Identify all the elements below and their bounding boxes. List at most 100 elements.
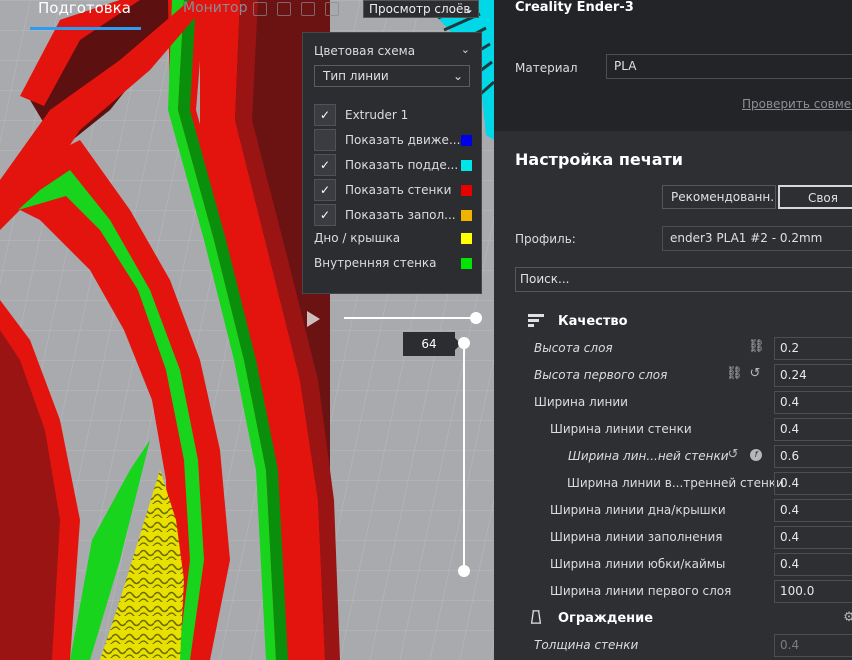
function-icon[interactable]: f — [750, 449, 762, 461]
inner-wall-color-swatch — [461, 258, 472, 269]
setting-wall-line-width: Ширина линии стенки 0.4 — [494, 418, 852, 442]
play-simulation-icon[interactable] — [307, 311, 320, 327]
legend-inner-wall: Внутренняя стенка — [314, 252, 474, 274]
path-slider-handle[interactable] — [470, 312, 482, 324]
link-icon[interactable]: ⛓ — [748, 340, 765, 354]
setting-name: Ширина линии — [534, 395, 628, 409]
collapse-chevron-icon[interactable]: ⌄ — [461, 43, 470, 56]
option-label: Показать движе... — [345, 133, 461, 147]
setting-name: Ширина линии в...тренней стенки — [567, 476, 784, 490]
current-layer-badge[interactable]: 64 — [403, 332, 461, 356]
setting-value-input[interactable]: 0.4 — [774, 634, 852, 657]
setting-value-input[interactable]: 0.6 — [774, 445, 852, 468]
setting-name: Ширина линии заполнения — [550, 530, 723, 544]
travel-color-swatch — [461, 135, 472, 146]
setting-name: Ширина линии стенки — [550, 422, 692, 436]
custom-mode-button[interactable]: Своя — [778, 185, 852, 209]
layer-slider-track[interactable] — [463, 342, 465, 571]
setting-layer-height: Высота слоя ⛓ 0.2 — [494, 337, 852, 361]
material-selector[interactable]: PLA — [606, 54, 852, 79]
setting-name: Ширина лин...ней стенки — [568, 449, 729, 463]
check-compatibility-link[interactable]: Проверить совместимость — [742, 97, 852, 111]
setting-inner-wall-line-width: Ширина линии в...тренней стенки 0.4 — [494, 472, 852, 496]
print-settings-sidebar: Creality Ender-3 Материал PLA Проверить … — [494, 0, 852, 660]
active-tab-indicator — [30, 27, 141, 30]
view-orientation-buttons — [253, 2, 339, 16]
setting-value-input[interactable]: 0.4 — [774, 472, 852, 495]
top-bottom-color-swatch — [461, 233, 472, 244]
option-show-walls[interactable]: ✓ Показать стенки — [314, 179, 474, 201]
checkbox-show-walls[interactable]: ✓ — [314, 179, 336, 201]
setting-value-input[interactable]: 0.4 — [774, 553, 852, 576]
layer-slider-bottom-handle[interactable] — [458, 565, 470, 577]
setting-name: Толщина стенки — [534, 638, 639, 652]
option-extruder-1[interactable]: ✓ Extruder 1 — [314, 104, 474, 126]
option-label: Показать запол... — [345, 208, 456, 222]
setting-value-input[interactable]: 0.4 — [774, 499, 852, 522]
checkbox-show-travels[interactable] — [314, 129, 336, 151]
setting-name: Высота слоя — [534, 341, 613, 355]
setting-value-input[interactable]: 0.4 — [774, 526, 852, 549]
printer-name[interactable]: Creality Ender-3 — [515, 0, 634, 15]
legend-label: Внутренняя стенка — [314, 256, 437, 270]
option-show-support[interactable]: ✓ Показать подде... — [314, 154, 474, 176]
profile-selector[interactable]: ender3 PLA1 #2 - 0.2mm — [662, 226, 852, 251]
color-scheme-dropdown[interactable]: Тип линии ⌄ — [314, 65, 470, 87]
setting-value-input[interactable]: 100.0 — [774, 580, 852, 603]
option-label: Показать стенки — [345, 183, 452, 197]
path-slider-track[interactable] — [344, 317, 476, 319]
quality-icon — [528, 314, 544, 327]
setting-wall-thickness: Толщина стенки 0.4 — [494, 634, 852, 658]
checkbox-extruder-1[interactable]: ✓ — [314, 104, 336, 126]
tab-monitor[interactable]: Монитор — [183, 0, 248, 30]
setting-value-input[interactable]: 0.2 — [774, 337, 852, 360]
option-show-infill[interactable]: ✓ Показать запол... — [314, 204, 474, 226]
setting-line-width: Ширина линии 0.4 — [494, 391, 852, 415]
checkbox-show-support[interactable]: ✓ — [314, 154, 336, 176]
setting-value-input[interactable]: 0.24 — [774, 364, 852, 387]
setting-name: Ширина линии первого слоя — [550, 584, 732, 598]
setting-top-bottom-line-width: Ширина линии дна/крышки 0.4 — [494, 499, 852, 523]
option-show-travels[interactable]: Показать движе... — [314, 129, 474, 151]
reset-icon[interactable]: ↺ — [748, 367, 762, 381]
option-label: Показать подде... — [345, 158, 459, 172]
gear-icon[interactable]: ⚙ — [842, 611, 852, 625]
reset-icon[interactable]: ↺ — [726, 448, 740, 462]
legend-label: Дно / крышка — [314, 231, 401, 245]
setting-infill-line-width: Ширина линии заполнения 0.4 — [494, 526, 852, 550]
checkbox-show-infill[interactable]: ✓ — [314, 204, 336, 226]
material-label: Материал — [515, 61, 578, 75]
view-left-icon[interactable] — [325, 2, 339, 16]
option-label: Extruder 1 — [345, 108, 409, 122]
link-icon[interactable]: ⛓ — [726, 367, 743, 381]
chevron-down-icon: ⌄ — [452, 69, 463, 83]
chevron-down-icon: ⌄ — [463, 2, 474, 16]
printer-material-header: Creality Ender-3 Материал PLA Проверить … — [494, 0, 852, 131]
setting-name: Высота первого слоя — [534, 368, 668, 382]
setting-value-input[interactable]: 0.4 — [774, 391, 852, 414]
setting-value-input[interactable]: 0.4 — [774, 418, 852, 441]
infill-color-swatch — [461, 210, 472, 221]
view-top-icon[interactable] — [301, 2, 315, 16]
view-front-icon[interactable] — [277, 2, 291, 16]
support-color-swatch — [461, 160, 472, 171]
tab-prepare[interactable]: Подготовка — [38, 0, 131, 30]
section-shell[interactable]: Ограждение — [558, 611, 653, 626]
setting-initial-layer-line-width: Ширина линии первого слоя 100.0 — [494, 580, 852, 604]
recommended-mode-button[interactable]: Рекомендованн... — [662, 185, 776, 209]
legend-top-bottom: Дно / крышка — [314, 227, 474, 249]
setting-name: Ширина линии дна/крышки — [550, 503, 726, 517]
color-scheme-panel: Цветовая схема ⌄ Тип линии ⌄ ✓ Extruder … — [302, 32, 482, 294]
print-setup-title: Настройка печати — [515, 150, 683, 169]
view-mode-dropdown[interactable]: Просмотр слоёв ⌄ — [363, 0, 479, 18]
section-quality[interactable]: Качество — [558, 314, 628, 329]
view-3d-icon[interactable] — [253, 2, 267, 16]
layer-slider-top-handle[interactable] — [458, 337, 470, 349]
profile-label: Профиль: — [515, 232, 576, 246]
setting-outer-wall-line-width: Ширина лин...ней стенки ↺ f 0.6 — [494, 445, 852, 469]
shell-icon — [530, 610, 542, 624]
view-mode-label: Просмотр слоёв — [369, 2, 471, 16]
settings-search-input[interactable]: Поиск... — [515, 267, 852, 292]
layer-viewport[interactable]: Подготовка Монитор Просмотр слоёв ⌄ Цвет… — [0, 0, 494, 660]
setting-initial-layer-height: Высота первого слоя ⛓ ↺ 0.24 — [494, 364, 852, 388]
